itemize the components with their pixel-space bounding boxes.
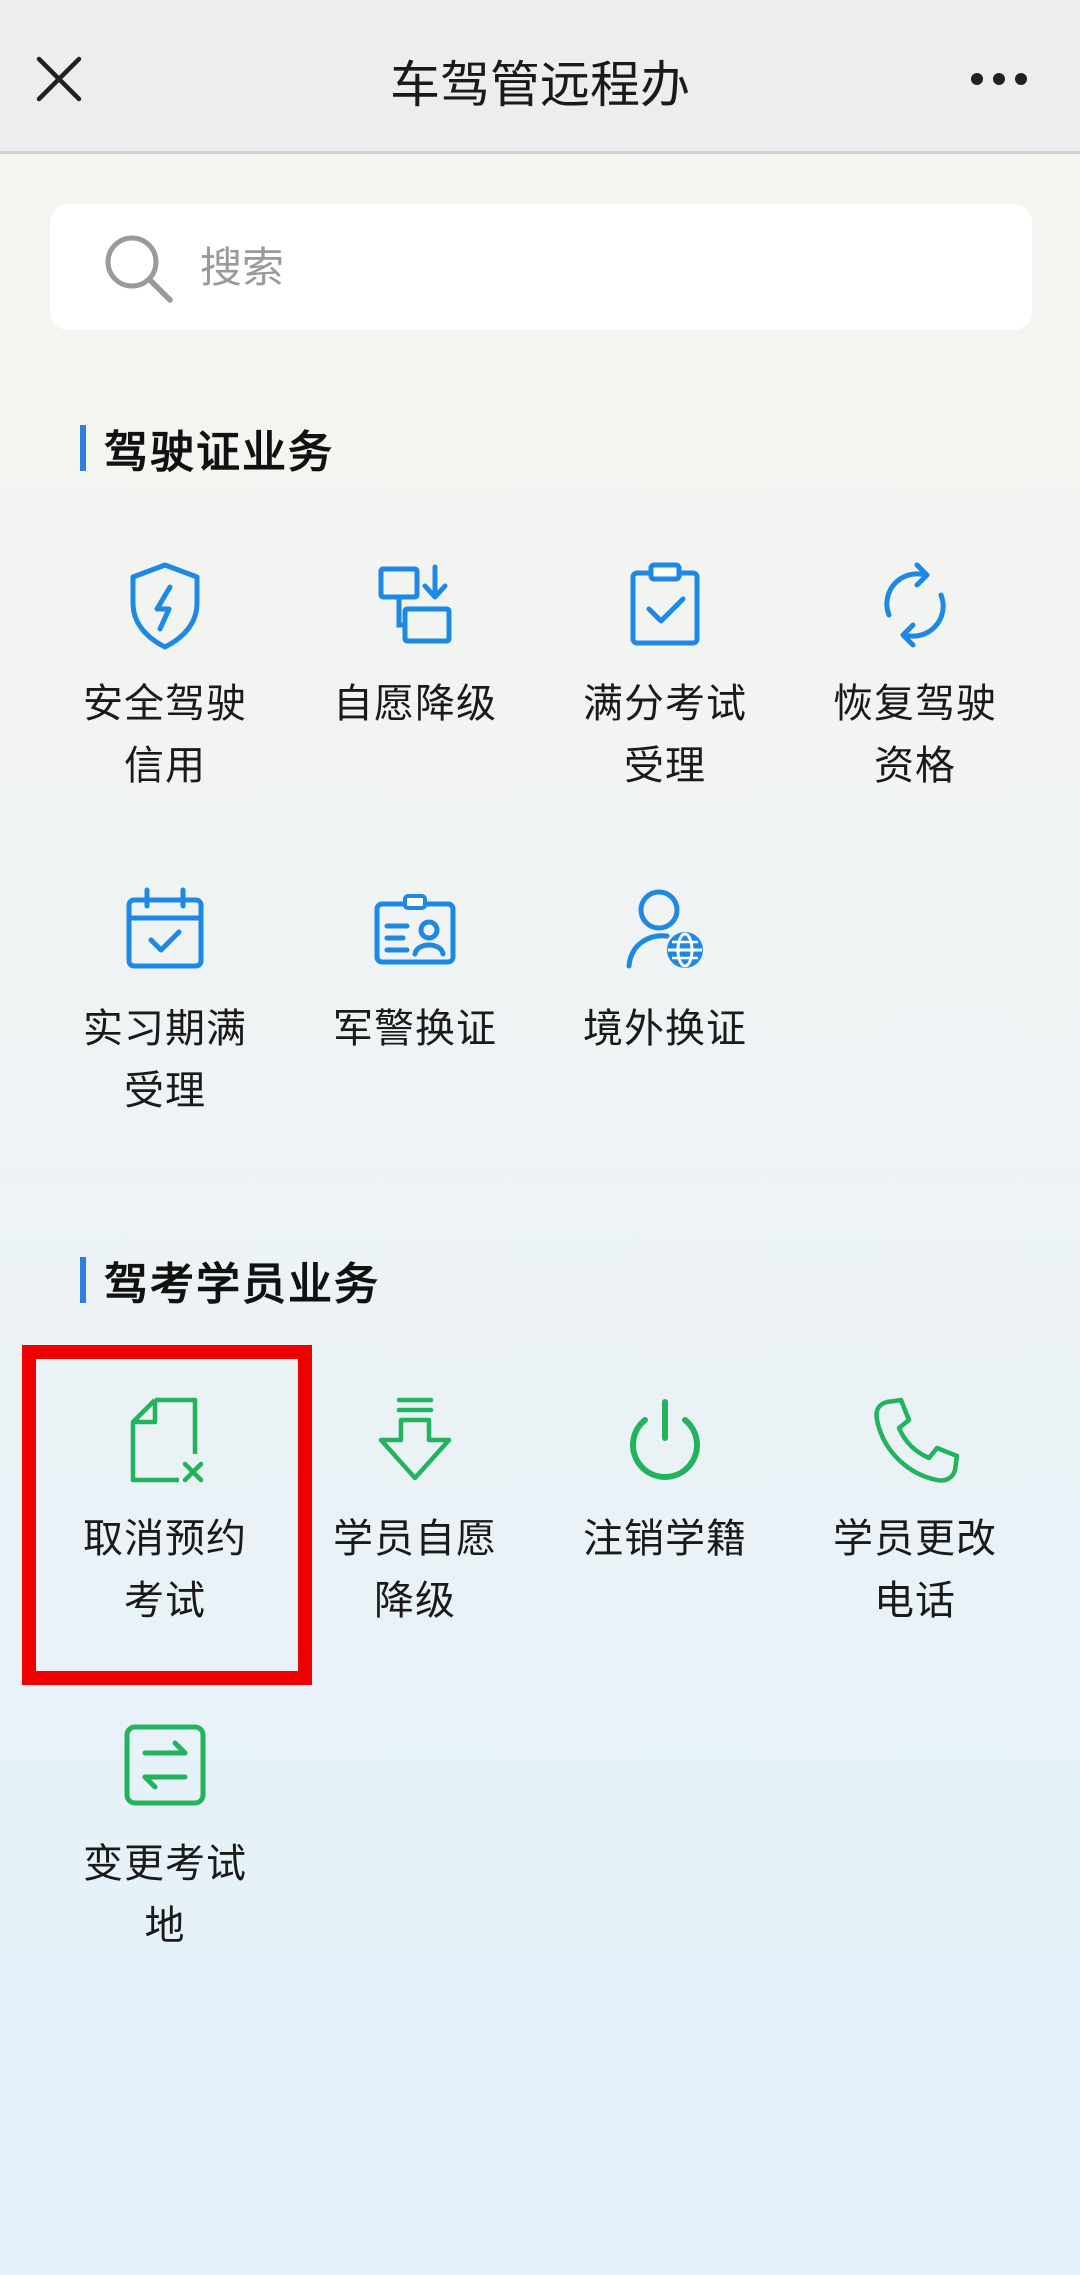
tile-restore-driving[interactable]: 恢复驾驶 资格 xyxy=(790,555,1040,825)
calendar-check-icon xyxy=(126,887,204,969)
tile-internship-expiry[interactable]: 实习期满 受理 xyxy=(40,880,290,1150)
tile-label: 自愿降级 xyxy=(333,681,497,727)
tile-voluntary-downgrade[interactable]: 自愿降级 xyxy=(290,555,540,825)
tile-full-score-exam[interactable]: 满分考试 受理 xyxy=(540,555,790,825)
clipboard-check-icon xyxy=(630,562,700,646)
section-title-student: 驾考学员业务 xyxy=(80,1252,380,1310)
tile-label: 军警换证 xyxy=(333,1006,497,1052)
section-title-text: 驾考学员业务 xyxy=(104,1259,380,1310)
downgrade-icon xyxy=(378,564,452,644)
title-bar: 车驾管远程办 xyxy=(0,0,1080,154)
download-arrow-icon xyxy=(378,1397,452,1481)
tile-label: 学员自愿 降级 xyxy=(333,1516,497,1624)
tile-label: 取消预约 考试 xyxy=(83,1516,247,1624)
section-accent-bar xyxy=(80,425,86,471)
tile-label: 境外换证 xyxy=(583,1006,747,1052)
phone-icon xyxy=(874,1397,960,1483)
more-button[interactable] xyxy=(954,44,1044,114)
refresh-icon xyxy=(884,562,946,648)
tile-label: 变更考试 地 xyxy=(83,1841,247,1949)
more-dots-icon xyxy=(971,73,1027,85)
page-title: 车驾管远程办 xyxy=(390,56,690,114)
tile-label: 安全驾驶 信用 xyxy=(83,681,247,789)
tile-label: 恢复驾驶 资格 xyxy=(833,681,997,789)
tile-label: 学员更改 电话 xyxy=(833,1516,997,1624)
cancel-document-icon xyxy=(130,1397,204,1483)
tile-overseas-exchange[interactable]: 境外换证 xyxy=(540,880,790,1150)
tile-change-exam-location[interactable]: 变更考试 地 xyxy=(40,1715,290,1985)
user-globe-icon xyxy=(626,889,703,969)
tile-label: 实习期满 受理 xyxy=(83,1006,247,1114)
tile-cancel-enrollment[interactable]: 注销学籍 xyxy=(540,1390,790,1660)
tile-military-police-exchange[interactable]: 军警换证 xyxy=(290,880,540,1150)
section-title-driver-license: 驾驶证业务 xyxy=(80,420,334,478)
tile-label: 注销学籍 xyxy=(583,1516,747,1562)
tile-student-change-phone[interactable]: 学员更改 电话 xyxy=(790,1390,1040,1660)
tile-student-voluntary-downgrade[interactable]: 学员自愿 降级 xyxy=(290,1390,540,1660)
section-title-text: 驾驶证业务 xyxy=(104,427,334,478)
tile-safe-driving-credit[interactable]: 安全驾驶 信用 xyxy=(40,555,290,825)
section-accent-bar xyxy=(80,1257,86,1303)
swap-arrows-icon xyxy=(124,1724,206,1806)
tile-label: 满分考试 受理 xyxy=(583,681,747,789)
search-input[interactable] xyxy=(200,232,980,302)
search-bar[interactable] xyxy=(50,204,1032,330)
close-icon xyxy=(36,56,82,102)
shield-icon xyxy=(130,562,200,650)
close-button[interactable] xyxy=(24,44,94,114)
tile-cancel-exam-reservation[interactable]: 取消预约 考试 xyxy=(40,1390,290,1660)
id-card-icon xyxy=(374,894,456,965)
power-icon xyxy=(630,1399,700,1480)
search-icon xyxy=(105,235,173,303)
